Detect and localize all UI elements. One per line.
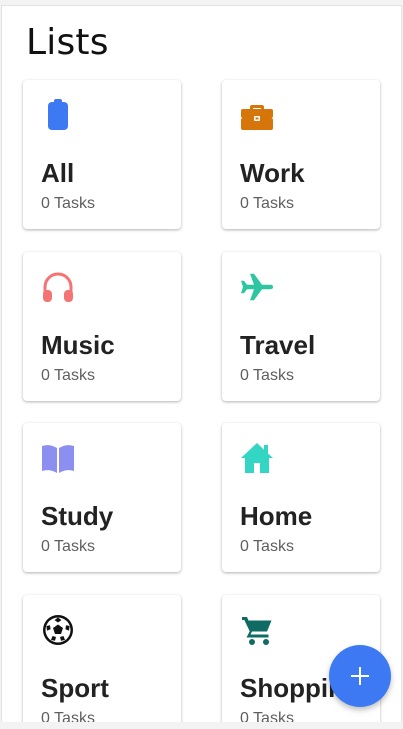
list-card-study[interactable]: Study 0 Tasks xyxy=(23,423,181,572)
list-name: Sport xyxy=(41,673,109,703)
lists-grid: All 0 Tasks Work 0 Tasks Music 0 Tasks T… xyxy=(2,6,401,722)
task-count: 0 Tasks xyxy=(240,538,294,555)
list-name: All xyxy=(41,158,75,188)
list-card-work[interactable]: Work 0 Tasks xyxy=(222,80,380,229)
task-count: 0 Tasks xyxy=(41,367,95,384)
shopping-cart-icon xyxy=(240,613,274,647)
house-icon xyxy=(240,441,274,475)
briefcase-icon xyxy=(240,98,274,132)
list-name: Music xyxy=(41,330,115,360)
list-card-sport[interactable]: Sport 0 Tasks xyxy=(23,595,181,722)
headphones-icon xyxy=(41,270,75,304)
task-count: 0 Tasks xyxy=(240,710,294,722)
task-count: 0 Tasks xyxy=(41,195,95,212)
plus-icon xyxy=(348,664,372,688)
list-card-all[interactable]: All 0 Tasks xyxy=(23,80,181,229)
task-count: 0 Tasks xyxy=(240,367,294,384)
list-card-music[interactable]: Music 0 Tasks xyxy=(23,252,181,401)
add-list-button[interactable] xyxy=(329,645,391,707)
list-name: Travel xyxy=(240,330,316,360)
app-screen: Lists All 0 Tasks Work 0 Tasks Music 0 T… xyxy=(1,5,402,722)
task-count: 0 Tasks xyxy=(240,195,294,212)
list-card-travel[interactable]: Travel 0 Tasks xyxy=(222,252,380,401)
list-card-home[interactable]: Home 0 Tasks xyxy=(222,423,380,572)
list-name: Work xyxy=(240,158,305,188)
task-count: 0 Tasks xyxy=(41,710,95,722)
task-count: 0 Tasks xyxy=(41,538,95,555)
clipboard-icon xyxy=(41,98,75,132)
airplane-icon xyxy=(240,270,274,304)
list-name: Study xyxy=(41,501,114,531)
book-icon xyxy=(41,441,75,475)
soccer-ball-icon xyxy=(41,613,75,647)
list-name: Home xyxy=(240,501,313,531)
